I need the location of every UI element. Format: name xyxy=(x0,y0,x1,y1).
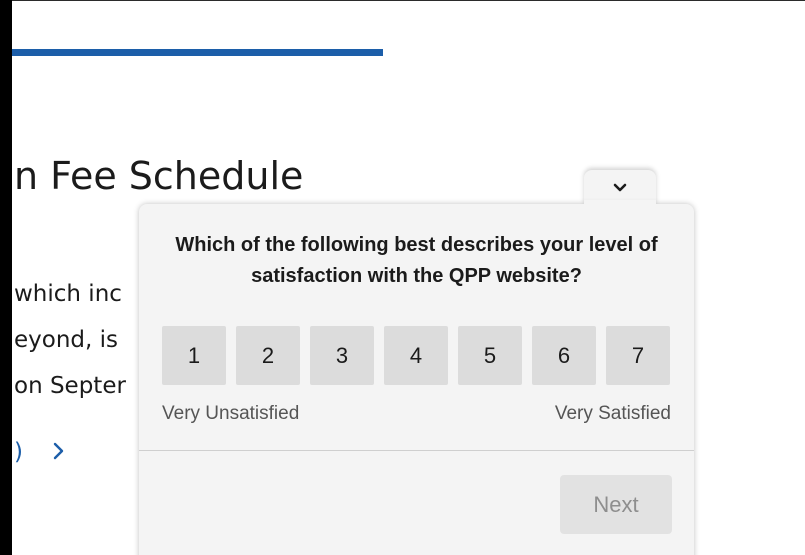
rating-option-6[interactable]: 6 xyxy=(532,326,596,385)
accent-bar xyxy=(12,49,383,56)
body-text-line: on Septer xyxy=(14,373,126,399)
scale-low-label: Very Unsatisfied xyxy=(162,403,300,424)
survey-question: Which of the following best describes yo… xyxy=(175,234,658,287)
rating-option-2[interactable]: 2 xyxy=(236,326,300,385)
top-rule xyxy=(12,0,805,1)
rating-option-1[interactable]: 1 xyxy=(162,326,226,385)
chevron-down-icon xyxy=(613,183,627,193)
rating-option-4[interactable]: 4 xyxy=(384,326,448,385)
next-button[interactable]: Next xyxy=(560,475,672,534)
page: n Fee Schedule which inc eyond, is on Se… xyxy=(0,0,805,555)
tab-joint xyxy=(584,200,656,210)
body-text-line: which inc xyxy=(14,281,122,307)
survey-panel: Which of the following best describes yo… xyxy=(139,204,694,555)
rating-option-5[interactable]: 5 xyxy=(458,326,522,385)
chevron-right-icon[interactable] xyxy=(52,440,66,468)
rating-scale: 1 2 3 4 5 6 7 xyxy=(162,326,670,385)
body-text-line: eyond, is xyxy=(14,327,119,353)
left-edge xyxy=(0,0,12,555)
link-text[interactable]: ) xyxy=(14,439,23,465)
scale-high-label: Very Satisfied xyxy=(554,403,671,424)
rating-option-7[interactable]: 7 xyxy=(606,326,670,385)
page-heading: n Fee Schedule xyxy=(14,154,304,198)
divider xyxy=(139,450,694,451)
rating-option-3[interactable]: 3 xyxy=(310,326,374,385)
